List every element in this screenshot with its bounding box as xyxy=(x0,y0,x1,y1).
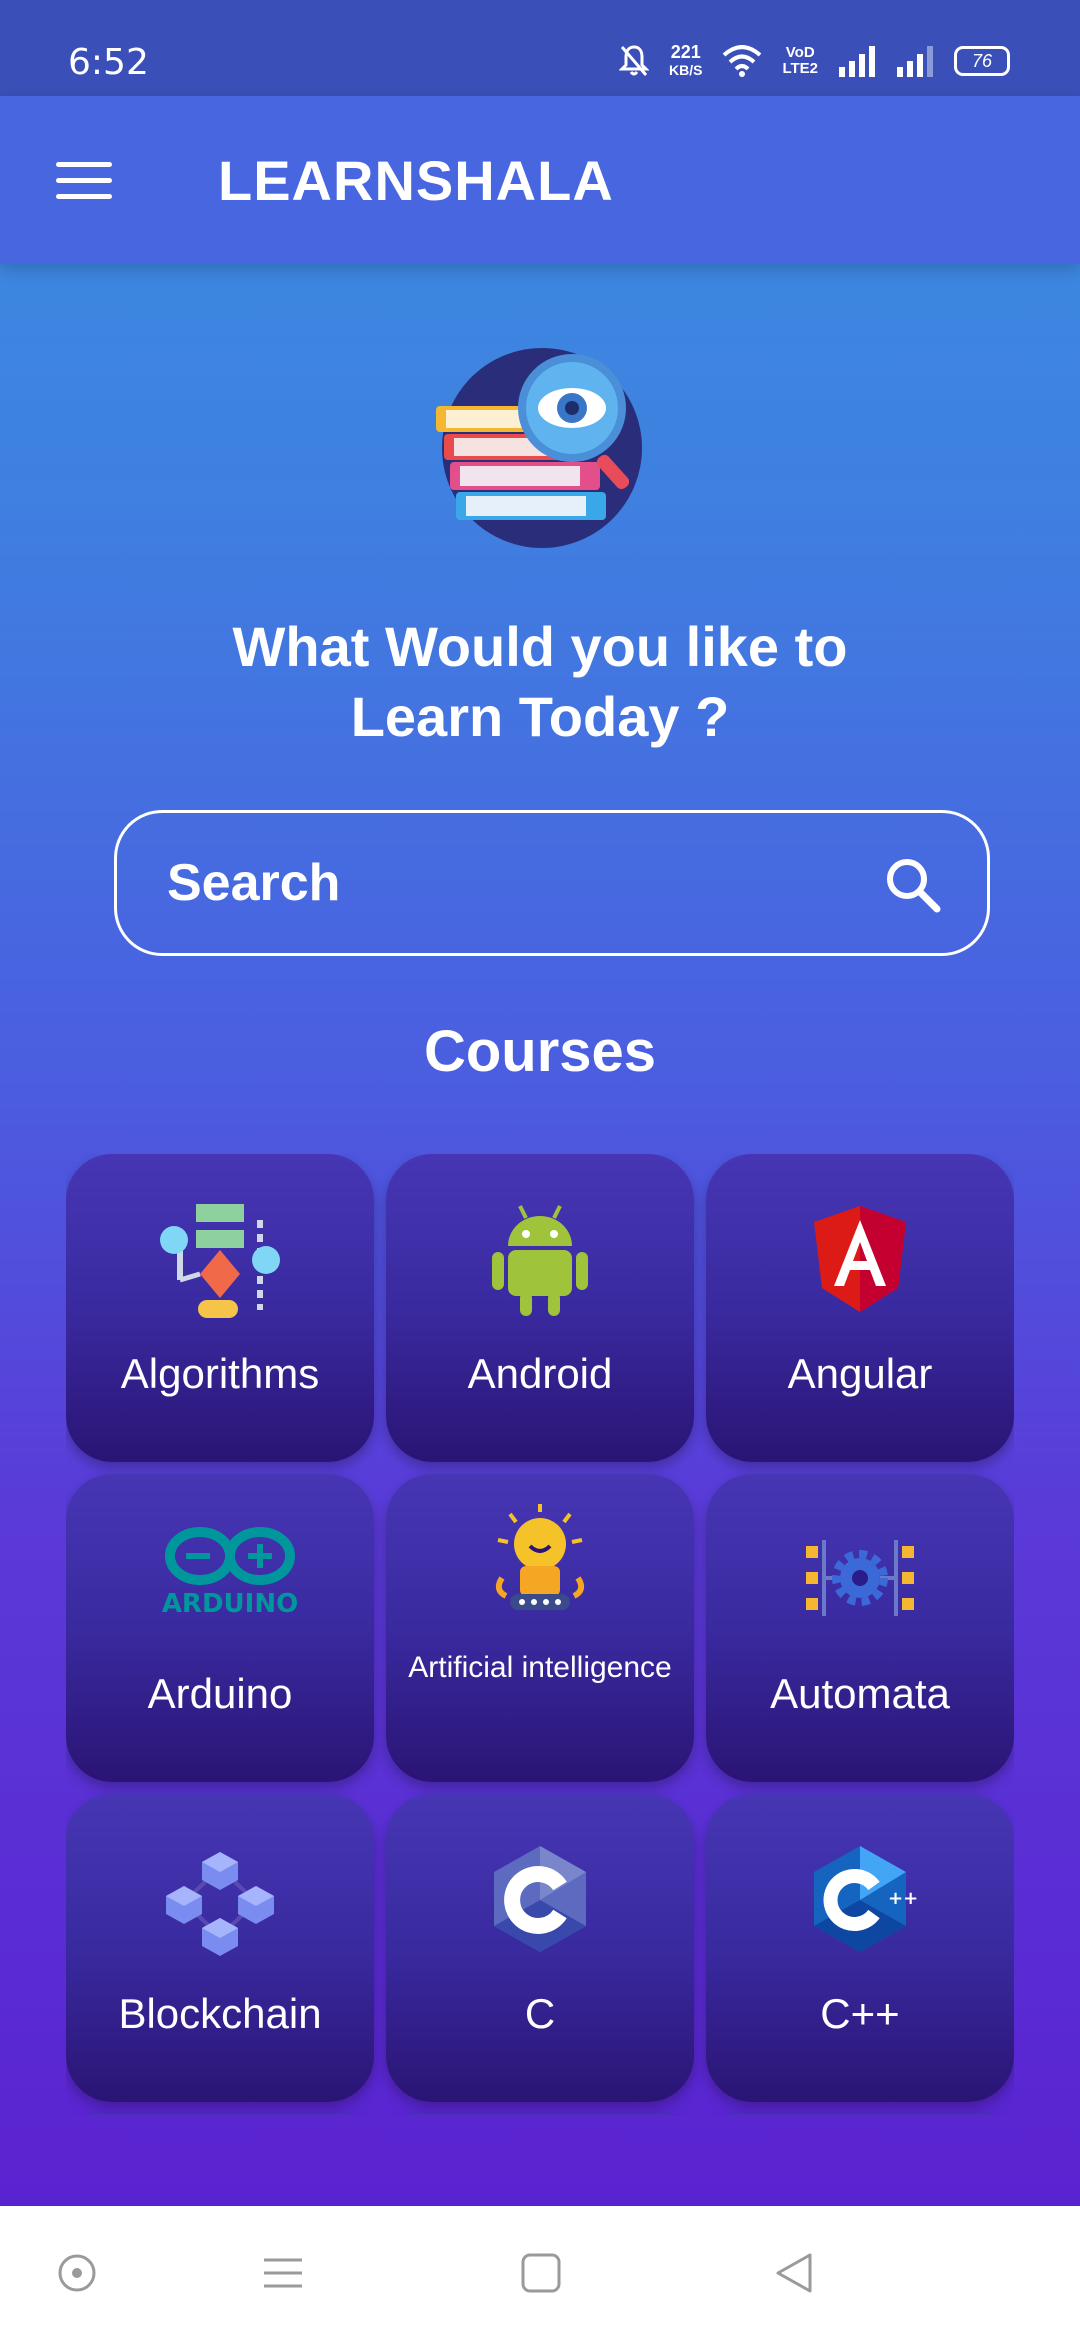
app-title: LEARNSHALA xyxy=(218,149,614,212)
books-magnifier-logo xyxy=(436,348,642,548)
course-label: Angular xyxy=(787,1350,933,1397)
app-bar: LEARNSHALA xyxy=(0,96,1080,264)
course-label: Arduino xyxy=(147,1670,293,1717)
cpp-language-icon: ++ xyxy=(814,1846,918,1952)
search-icon[interactable] xyxy=(883,855,943,915)
battery-indicator: 76 xyxy=(954,46,1010,76)
course-label: Algorithms xyxy=(120,1350,320,1397)
course-card-partial[interactable] xyxy=(706,2114,1014,2116)
course-label: C++ xyxy=(820,1990,900,2037)
course-card-automata[interactable]: Automata xyxy=(706,1474,1014,1782)
c-language-icon xyxy=(494,1846,586,1952)
mute-bell-icon xyxy=(618,45,649,76)
headline: What Would you like to Learn Today ? xyxy=(232,615,848,748)
status-icons: 221 KB/S VoD LTE2 76 xyxy=(618,38,1010,84)
course-card-partial[interactable] xyxy=(66,2114,374,2116)
network-speed: 221 KB/S xyxy=(668,42,703,78)
status-bar: 6:52 221 KB/S VoD LTE2 76 xyxy=(0,0,1080,96)
android-icon xyxy=(492,1205,588,1316)
course-label: Automata xyxy=(770,1670,950,1717)
course-card-android[interactable]: Android xyxy=(386,1154,694,1462)
course-card-c[interactable]: C xyxy=(386,1794,694,2102)
course-grid: Algorithms Android Angular ARDUINO Ardui… xyxy=(66,1154,1014,2116)
course-card-partial[interactable] xyxy=(386,2114,694,2116)
angular-icon xyxy=(814,1206,906,1312)
blockchain-cubes-icon xyxy=(166,1852,274,1956)
back-triangle-icon[interactable] xyxy=(772,2250,818,2296)
recent-apps-icon[interactable] xyxy=(260,2250,306,2296)
home-square-icon[interactable] xyxy=(518,2250,564,2296)
course-label: C xyxy=(524,1990,556,2037)
course-label: Android xyxy=(467,1350,613,1397)
assistant-dot-icon[interactable] xyxy=(54,2250,100,2296)
course-card-artificial-intelligence[interactable]: Artificial intelligence xyxy=(386,1474,694,1782)
hamburger-menu-icon[interactable] xyxy=(56,162,112,200)
search-box xyxy=(114,810,990,956)
signal-1-icon xyxy=(839,46,875,77)
algorithm-flowchart-icon xyxy=(160,1204,280,1318)
courses-title: Courses xyxy=(423,1019,657,1084)
course-label: Blockchain xyxy=(118,1990,322,2037)
course-card-cpp[interactable]: ++ C++ xyxy=(706,1794,1014,2102)
search-input[interactable] xyxy=(165,852,849,914)
wifi-icon xyxy=(723,45,762,77)
volte-indicator: VoD LTE2 xyxy=(782,44,818,77)
course-card-angular[interactable]: Angular xyxy=(706,1154,1014,1462)
course-card-arduino[interactable]: ARDUINO Arduino xyxy=(66,1474,374,1782)
course-label: Artificial intelligence xyxy=(408,1651,672,1684)
svg-text:++: ++ xyxy=(888,1888,918,1909)
system-nav-bar xyxy=(0,2206,1080,2340)
status-time: 6:52 xyxy=(68,42,149,83)
course-card-blockchain[interactable]: Blockchain xyxy=(66,1794,374,2102)
arduino-icon: ARDUINO xyxy=(162,1527,298,1619)
signal-2-icon xyxy=(897,46,933,77)
course-card-algorithms[interactable]: Algorithms xyxy=(66,1154,374,1462)
ai-robot-icon xyxy=(495,1504,585,1610)
automata-gear-icon xyxy=(806,1540,914,1616)
svg-text:ARDUINO: ARDUINO xyxy=(162,1589,298,1619)
